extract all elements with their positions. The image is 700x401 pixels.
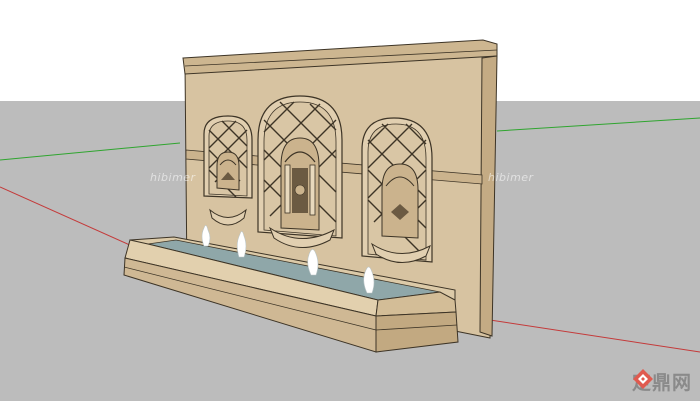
watermark-left: hibimer [150,171,196,184]
watermark-right: hibimer [488,171,534,184]
right-arch [361,117,433,263]
middle-arch [257,95,343,248]
viewport: hibimer hibimer 定鼎网 [0,0,700,401]
logo-mark-icon [632,369,653,389]
scene-canvas [0,0,700,401]
site-logo: 定鼎网 [632,368,692,395]
